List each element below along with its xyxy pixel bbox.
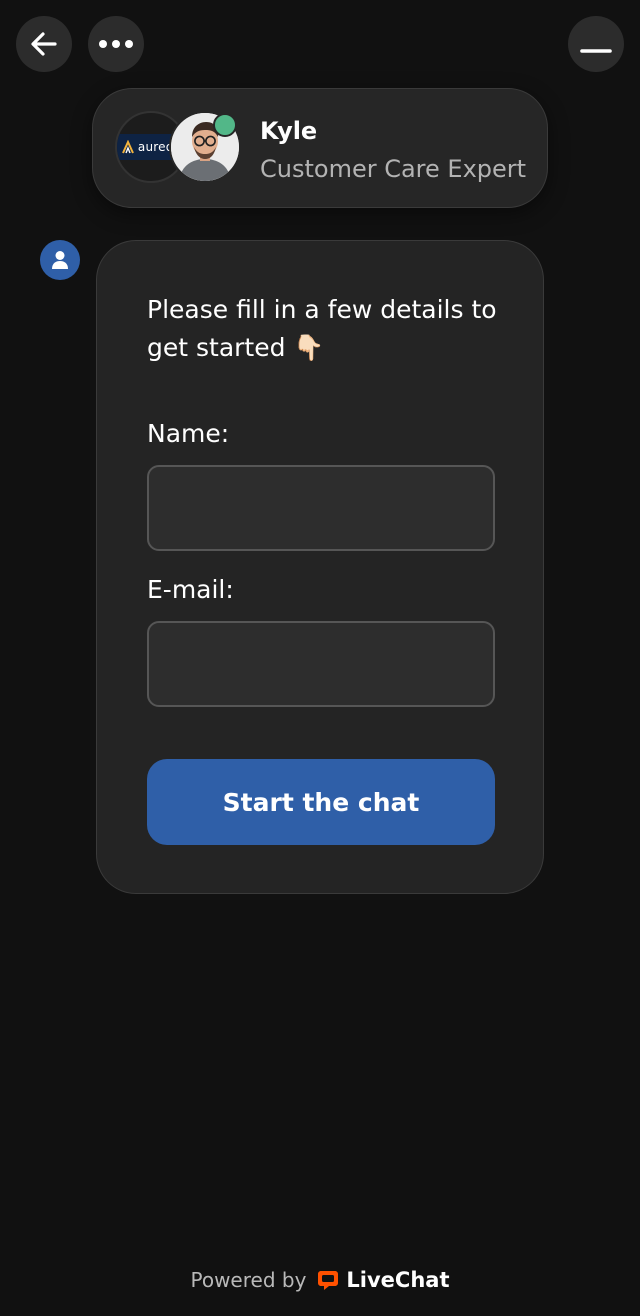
aureon-mark-icon [121,140,134,154]
user-icon [52,251,68,269]
more-options-button[interactable] [88,16,144,72]
email-input[interactable] [147,621,495,707]
form-intro-text: Please fill in a few details to get star… [147,295,497,362]
name-input[interactable] [147,465,495,551]
name-label: Name: [147,419,230,448]
back-button[interactable] [16,16,72,72]
livechat-brand-text: LiveChat [346,1268,450,1292]
arrow-left-icon [31,32,57,56]
minimize-button[interactable] [568,16,624,72]
minimize-icon [580,49,612,53]
ellipsis-icon [99,40,133,48]
agent-header: aureon Kyle Customer Care Expert [92,88,548,208]
powered-by-footer[interactable]: Powered by LiveChat [0,1262,640,1298]
chat-widget: aureon Kyle Customer Care Expert Please … [0,0,640,1316]
powered-by-text: Powered by [190,1268,307,1292]
agent-name: Kyle [260,117,318,145]
bot-avatar [40,240,80,280]
agent-role: Customer Care Expert [260,155,527,183]
prechat-form-card: Please fill in a few details to get star… [96,240,544,894]
email-label: E-mail: [147,575,234,604]
start-chat-button[interactable]: Start the chat [147,759,495,845]
livechat-logo-icon [318,1271,339,1290]
online-status-dot [213,113,237,137]
